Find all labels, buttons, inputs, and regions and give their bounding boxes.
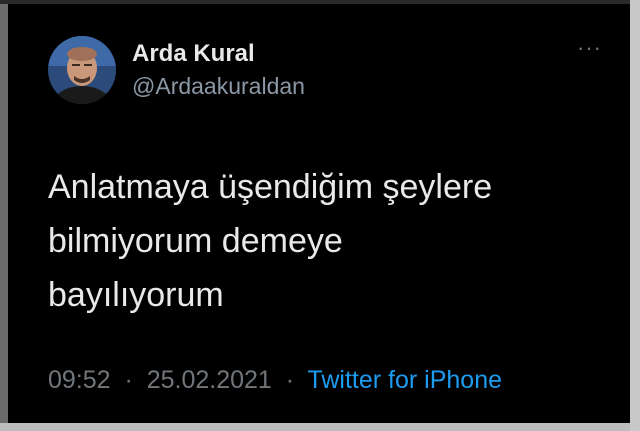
author-names: Arda Kural @Ardaakuraldan — [132, 39, 305, 101]
avatar[interactable] — [48, 36, 116, 104]
scan-edge-bottom — [0, 423, 640, 431]
tweet-meta: 09:52 · 25.02.2021 · Twitter for iPhone — [48, 364, 502, 396]
handle[interactable]: @Ardaakuraldan — [132, 71, 305, 101]
tweet-date[interactable]: 25.02.2021 — [147, 366, 272, 394]
tweet-header: Arda Kural @Ardaakuraldan — [48, 36, 305, 104]
meta-separator: · — [278, 366, 301, 394]
scan-edge-top — [0, 0, 640, 4]
tweet-line: bayılıyorum — [48, 276, 224, 314]
tweet-source-link[interactable]: Twitter for iPhone — [307, 366, 502, 394]
meta-separator: · — [117, 366, 140, 394]
avatar-image — [48, 36, 116, 104]
more-icon[interactable]: ··· — [577, 37, 602, 59]
tweet-screenshot: Arda Kural @Ardaakuraldan ··· Anlatmaya … — [0, 0, 640, 431]
display-name[interactable]: Arda Kural — [132, 39, 305, 69]
tweet-time[interactable]: 09:52 — [48, 366, 111, 394]
tweet-text: Anlatmaya üşendiğim şeylere bilmiyorum d… — [48, 160, 608, 322]
tweet-line: bilmiyorum demeye — [48, 222, 343, 260]
tweet-line: Anlatmaya üşendiğim şeylere — [48, 168, 493, 206]
